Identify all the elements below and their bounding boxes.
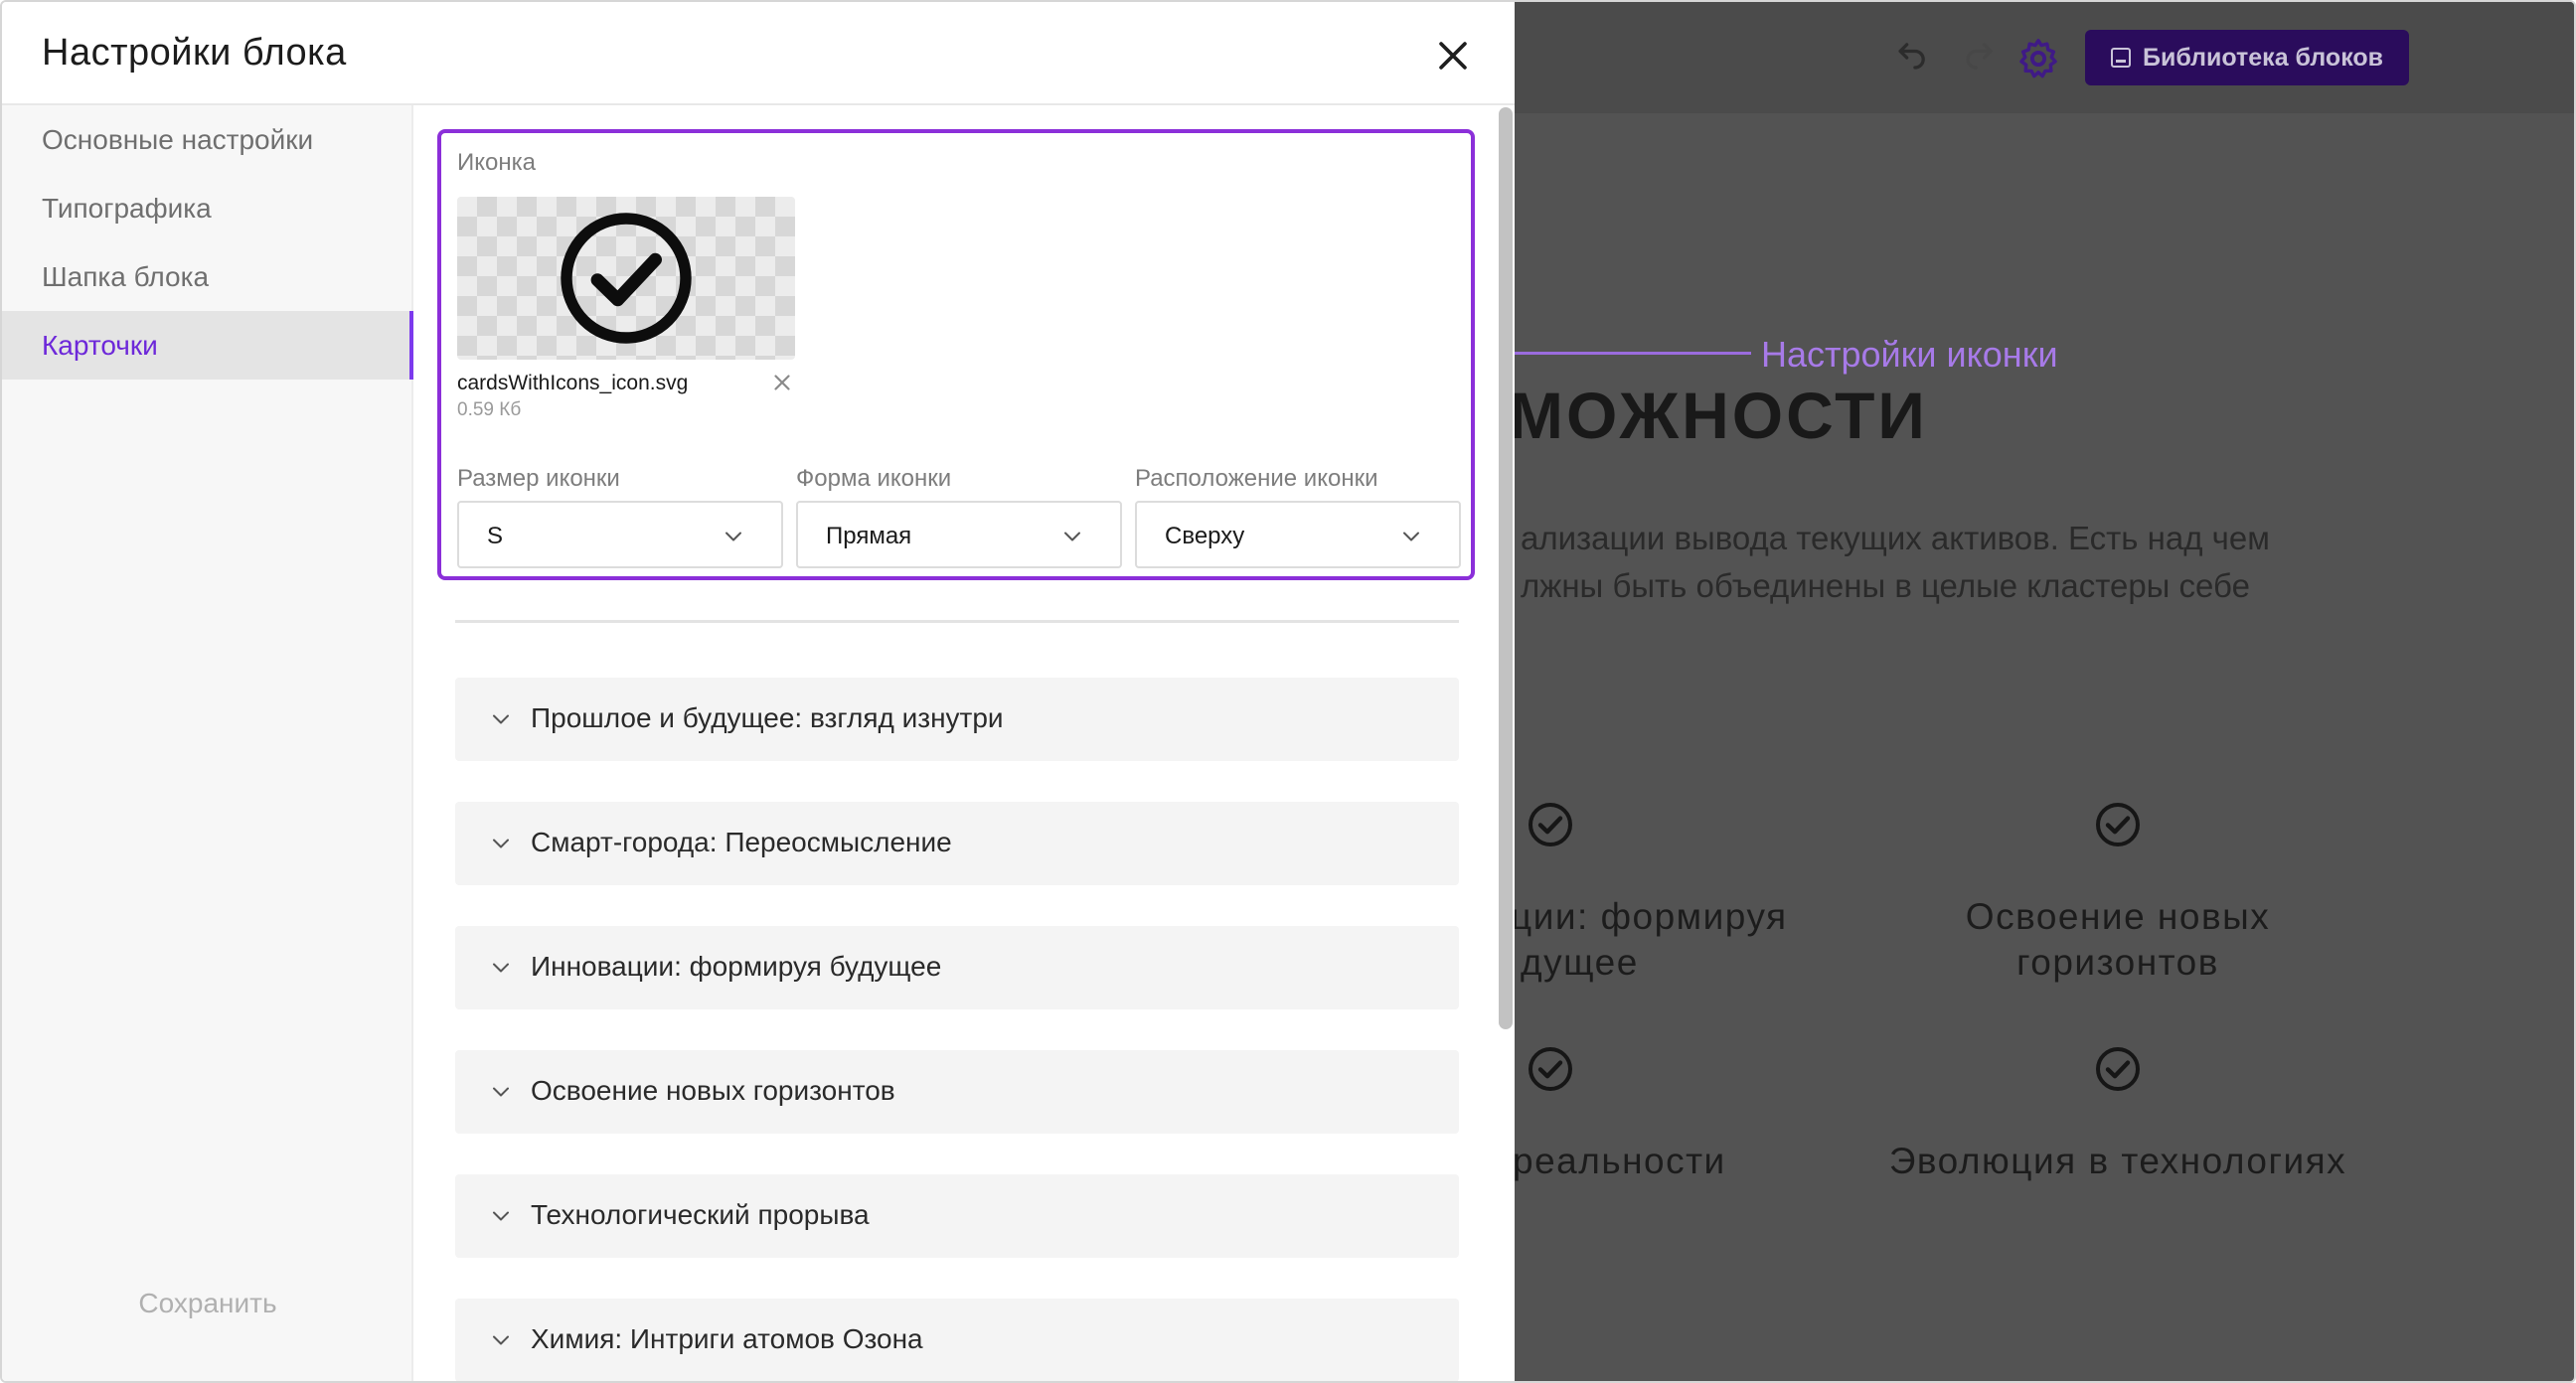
card-title-line: реальности bbox=[1515, 1141, 1726, 1181]
close-button[interactable] bbox=[1431, 34, 1475, 77]
select-value: Сверху bbox=[1165, 523, 1245, 549]
card-title: ции: формируя дущее bbox=[1515, 894, 1788, 986]
icon-section-label: Иконка bbox=[457, 149, 536, 176]
section-paragraph: ализации вывода текущих активов. Есть на… bbox=[1521, 515, 2270, 610]
redo-icon[interactable] bbox=[1958, 37, 2002, 80]
annotation-label: Настройки иконки bbox=[1761, 334, 2058, 375]
chevron-down-icon bbox=[493, 1335, 509, 1345]
icon-shape-label: Форма иконки bbox=[796, 465, 952, 492]
paragraph-line: ализации вывода текущих активов. Есть на… bbox=[1521, 520, 2270, 556]
card-title-line: Эволюция в технологиях bbox=[1888, 1141, 2347, 1181]
check-circle-icon bbox=[1527, 1045, 1574, 1093]
icon-preview[interactable] bbox=[457, 197, 795, 360]
select-value: Прямая bbox=[826, 523, 912, 549]
card-title: Эволюция в технологиях bbox=[1880, 1139, 2355, 1184]
app-window: Библиотека блоков МОЖНОСТИ ализации выво… bbox=[0, 0, 2576, 1383]
card-title-line: дущее bbox=[1521, 942, 1639, 983]
close-icon bbox=[1439, 42, 1467, 70]
page-backdrop: Библиотека блоков МОЖНОСТИ ализации выво… bbox=[1515, 2, 2574, 1381]
icon-size-select[interactable]: S bbox=[457, 501, 783, 568]
modal-header: Настройки блока bbox=[2, 2, 1515, 105]
icon-position-label: Расположение иконки bbox=[1135, 465, 1378, 492]
chevron-down-icon bbox=[725, 532, 741, 541]
block-library-label: Библиотека блоков bbox=[2142, 43, 2384, 72]
modal-title: Настройки блока bbox=[42, 32, 347, 74]
check-circle-icon bbox=[561, 213, 692, 344]
select-value: S bbox=[487, 523, 504, 549]
card-accordion-item[interactable]: Освоение новых горизонтов bbox=[455, 1050, 1459, 1134]
settings-content: Иконка cardsWithIcons_icon.svg 0.59 Кб Р… bbox=[413, 105, 1501, 1381]
block-settings-modal: Настройки блока Основные настройки Типог… bbox=[2, 2, 1515, 1381]
check-circle-icon bbox=[2094, 801, 2142, 848]
chevron-down-icon bbox=[493, 714, 509, 724]
sidebar-item-basic[interactable]: Основные настройки bbox=[2, 105, 411, 174]
gear-icon[interactable] bbox=[2015, 36, 2061, 81]
settings-sidebar: Основные настройки Типографика Шапка бло… bbox=[2, 105, 413, 1381]
undo-icon[interactable] bbox=[1890, 37, 1934, 80]
card-accordion-title: Технологический прорыва bbox=[531, 1199, 870, 1230]
card-accordion-item[interactable]: Химия: Интриги атомов Озона bbox=[455, 1299, 1459, 1381]
content-scrollbar[interactable] bbox=[1499, 107, 1513, 1029]
section-heading: МОЖНОСТИ bbox=[1515, 379, 1928, 452]
annotation-line bbox=[1485, 352, 1751, 355]
chevron-down-icon bbox=[1064, 532, 1080, 541]
icon-shape-select[interactable]: Прямая bbox=[796, 501, 1122, 568]
sidebar-item-typography[interactable]: Типографика bbox=[2, 174, 411, 242]
card-title: реальности bbox=[1515, 1139, 1726, 1184]
card-accordion-title: Инновации: формируя будущее bbox=[531, 951, 942, 982]
sidebar-item-header[interactable]: Шапка блока bbox=[2, 242, 411, 311]
check-circle-icon bbox=[1527, 801, 1574, 848]
icon-settings-section: Иконка cardsWithIcons_icon.svg 0.59 Кб Р… bbox=[437, 129, 1475, 580]
card-title: Освоение новых горизонтов bbox=[1964, 894, 2272, 986]
icon-position-select[interactable]: Сверху bbox=[1135, 501, 1461, 568]
card-title-line: Освоение новых bbox=[1965, 896, 2271, 937]
save-button[interactable]: Сохранить bbox=[2, 1288, 413, 1319]
card-accordion-title: Прошлое и будущее: взгляд изнутри bbox=[531, 702, 1004, 733]
card-title-line: ции: формируя bbox=[1515, 896, 1788, 937]
chevron-down-icon bbox=[493, 839, 509, 848]
icon-file-size: 0.59 Кб bbox=[457, 399, 522, 420]
check-circle-icon bbox=[2094, 1045, 2142, 1093]
close-icon bbox=[774, 375, 790, 390]
paragraph-line: лжны быть объединены в целые кластеры се… bbox=[1521, 567, 2250, 604]
library-icon bbox=[2110, 48, 2131, 68]
remove-file-button[interactable] bbox=[769, 370, 795, 395]
chevron-down-icon bbox=[493, 1087, 509, 1097]
icon-file-name: cardsWithIcons_icon.svg bbox=[457, 372, 689, 394]
section-divider bbox=[455, 620, 1459, 623]
card-accordion-title: Смарт-города: Переосмысление bbox=[531, 827, 952, 857]
block-library-button[interactable]: Библиотека блоков bbox=[2085, 30, 2409, 85]
chevron-down-icon bbox=[493, 1211, 509, 1221]
sidebar-item-cards[interactable]: Карточки bbox=[2, 311, 413, 380]
chevron-down-icon bbox=[1403, 532, 1419, 541]
card-accordion-item[interactable]: Смарт-города: Переосмысление bbox=[455, 802, 1459, 885]
card-accordion-item[interactable]: Инновации: формируя будущее bbox=[455, 926, 1459, 1009]
card-accordion-title: Химия: Интриги атомов Озона bbox=[531, 1323, 923, 1354]
icon-size-label: Размер иконки bbox=[457, 465, 620, 492]
chevron-down-icon bbox=[493, 963, 509, 973]
card-title-line: горизонтов bbox=[2016, 942, 2219, 983]
card-accordion-item[interactable]: Технологический прорыва bbox=[455, 1174, 1459, 1258]
card-accordion-item[interactable]: Прошлое и будущее: взгляд изнутри bbox=[455, 678, 1459, 761]
card-accordion-title: Освоение новых горизонтов bbox=[531, 1075, 895, 1106]
